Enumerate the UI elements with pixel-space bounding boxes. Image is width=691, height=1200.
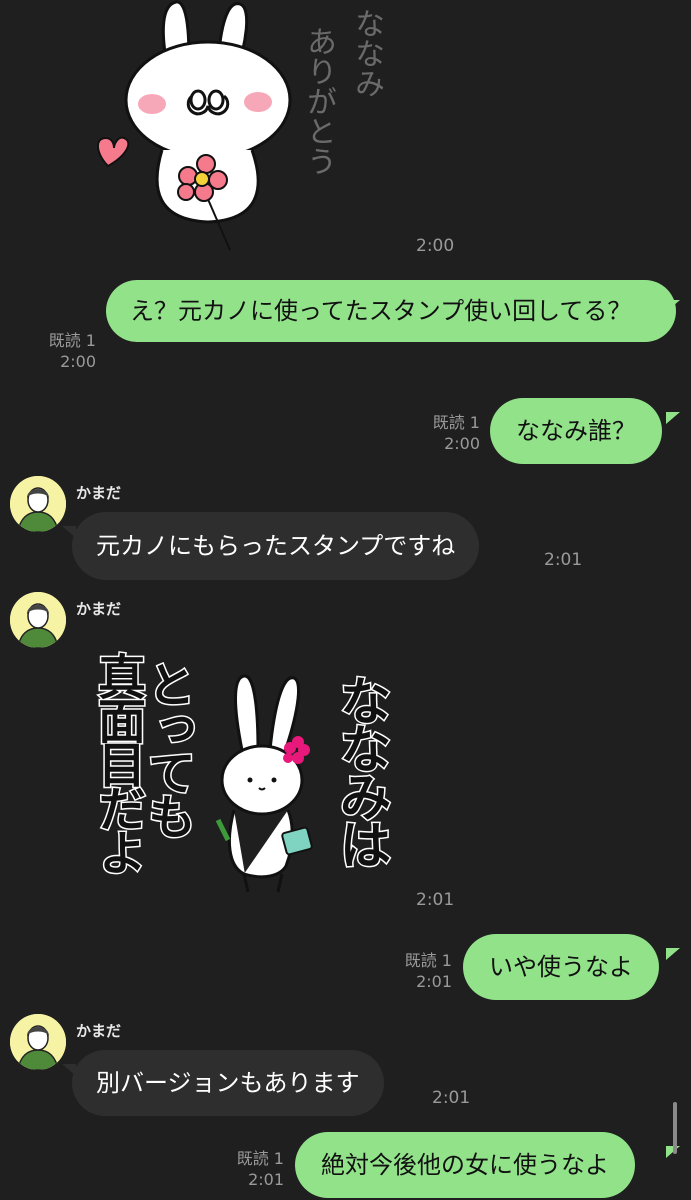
bubble-tail [666,412,680,424]
sender-name: かまだ [76,484,122,502]
timestamp: 2:00 [416,236,455,256]
message-text: 別バージョンもあります [96,1069,360,1097]
incoming-message-bubble[interactable]: 別バージョンもあります [72,1050,384,1116]
avatar[interactable] [10,592,66,648]
message-text: え？元カノに使ってたスタンプ使い回してる？ [130,297,632,325]
sticker-caption-line-2: ありがとう [301,26,336,176]
read-label: 既読 1 [236,1149,284,1168]
timestamp: 2:01 [416,972,452,991]
message-text: ななみ誰？ [516,417,636,445]
sticker-caption-line-3: 真面目だよ [88,651,147,874]
outgoing-message-bubble[interactable]: ななみ誰？ [490,398,662,464]
read-label: 既読 1 [432,413,480,432]
timestamp: 2:00 [60,352,96,371]
message-text: 元カノにもらったスタンプですね [96,532,456,560]
timestamp: 2:01 [248,1170,284,1189]
read-label: 既読 1 [404,951,452,970]
bubble-tail [666,300,680,312]
sender-name: かまだ [76,1022,122,1040]
timestamp: 2:01 [544,550,583,570]
sticker-caption-line-1: ななみ [349,8,384,98]
read-receipt: 既読 1 2:00 [40,330,96,372]
scrollbar-thumb[interactable] [673,1102,677,1154]
read-receipt: 既読 1 2:00 [424,412,480,454]
avatar[interactable] [10,1014,66,1070]
sticker-caption-line-2: とっても [138,659,197,838]
message-text: いや使うなよ [489,953,633,981]
timestamp: 2:01 [432,1088,471,1108]
sticker-message[interactable]: ななみは とっても 真面目だよ [80,640,410,902]
person-avatar-icon [10,476,66,532]
chat-view: ななみ ありがとう 2:00 既読 1 2:00 え？元カノに使ってたスタンプ使… [0,0,691,1200]
read-receipt: 既読 1 2:01 [396,950,452,992]
bubble-tail [666,948,680,960]
outgoing-message-bubble[interactable]: え？元カノに使ってたスタンプ使い回してる？ [106,280,676,342]
incoming-message-bubble[interactable]: 元カノにもらったスタンプですね [72,512,480,580]
person-avatar-icon [10,592,66,648]
sender-name: かまだ [76,600,122,618]
person-avatar-icon [10,1014,66,1070]
message-text: 絶対今後他の女に使うなよ [321,1151,609,1179]
avatar[interactable] [10,476,66,532]
read-label: 既読 1 [48,331,96,350]
outgoing-message-bubble[interactable]: 絶対今後他の女に使うなよ [295,1132,635,1198]
sticker-message[interactable]: ななみ ありがとう [80,0,410,258]
timestamp: 2:01 [416,890,455,910]
sticker-caption-line-1: ななみは [329,673,392,868]
read-receipt: 既読 1 2:01 [228,1148,284,1190]
timestamp: 2:00 [444,434,480,453]
outgoing-message-bubble[interactable]: いや使うなよ [463,934,659,1000]
rabbit-sticker-image [215,674,313,893]
